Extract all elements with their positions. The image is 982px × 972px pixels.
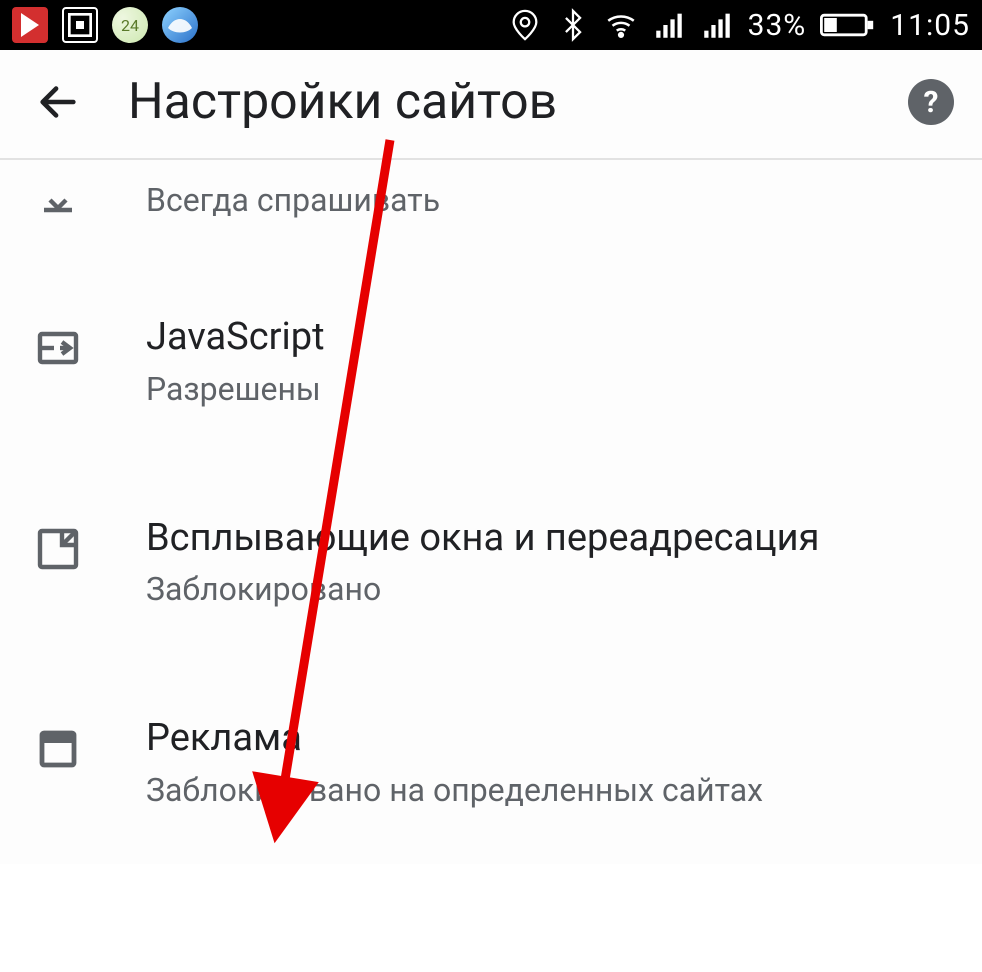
settings-row-title: Всплывающие окна и переадресация <box>146 515 954 563</box>
settings-row-subtitle: Заблокировано на определенных сайтах <box>146 769 954 812</box>
settings-row-title: JavaScript <box>146 314 954 362</box>
settings-row-title: Реклама <box>146 715 954 763</box>
help-icon: ? <box>924 85 939 120</box>
notification-app-icon-1 <box>12 7 48 43</box>
notification-app-icon-3: 24 <box>112 7 148 43</box>
back-button[interactable] <box>28 72 88 132</box>
settings-row-subtitle: Всегда спрашивать <box>146 179 954 222</box>
battery-percent: 33% <box>748 8 807 43</box>
javascript-icon <box>28 318 88 378</box>
arrow-back-icon <box>35 79 81 125</box>
settings-row-subtitle: Заблокировано <box>146 568 954 611</box>
notification-app-icon-4 <box>162 7 198 43</box>
page-title: Настройки сайтов <box>128 73 908 131</box>
status-system-icons: 33% 11:05 <box>508 8 970 43</box>
settings-row-javascript[interactable]: JavaScript Разрешены <box>0 262 982 463</box>
bluetooth-icon <box>556 8 590 42</box>
settings-list: Всегда спрашивать JavaScript Разрешены В… <box>0 160 982 864</box>
status-bar: 24 33% 11:05 <box>0 0 982 50</box>
app-header: Настройки сайтов ? <box>0 50 982 160</box>
location-icon <box>508 8 542 42</box>
help-button[interactable]: ? <box>908 79 954 125</box>
ads-icon <box>28 719 88 779</box>
signal-2-icon <box>700 8 734 42</box>
download-icon <box>28 170 88 230</box>
wifi-icon <box>604 8 638 42</box>
clock: 11:05 <box>890 8 970 43</box>
notification-app-icon-2 <box>62 7 98 43</box>
settings-row-popups[interactable]: Всплывающие окна и переадресация Заблоки… <box>0 463 982 664</box>
settings-row-subtitle: Разрешены <box>146 368 954 411</box>
status-notification-icons: 24 <box>12 7 198 43</box>
battery-icon <box>820 8 876 42</box>
signal-1-icon <box>652 8 686 42</box>
settings-row-truncated[interactable]: Всегда спрашивать <box>0 160 982 262</box>
popup-icon <box>28 519 88 579</box>
settings-row-ads[interactable]: Реклама Заблокировано на определенных са… <box>0 663 982 864</box>
